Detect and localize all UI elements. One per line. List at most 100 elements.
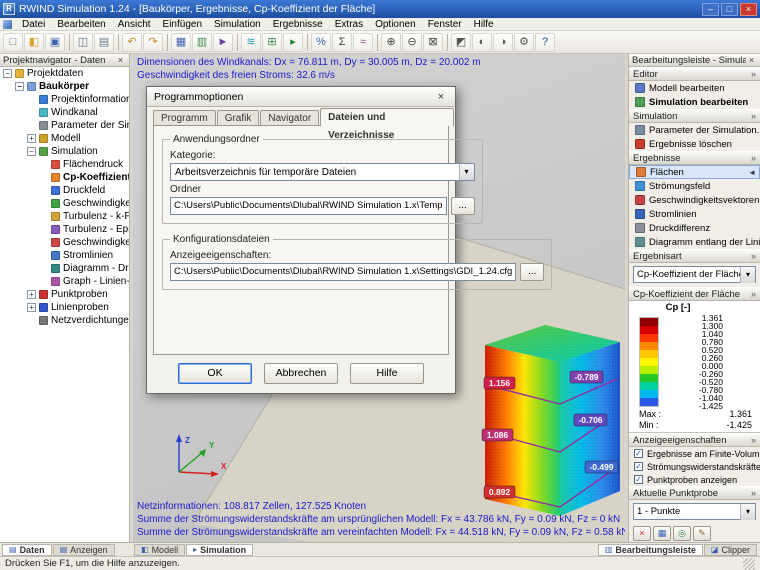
- point-probe-label[interactable]: -0.789: [569, 370, 604, 384]
- tree-item-simulation[interactable]: − Simulation: [0, 145, 129, 158]
- tree-item-parameter-der-simulation[interactable]: Parameter der Simulation: [0, 119, 129, 132]
- tree-item-cp-koeffizient[interactable]: Cp-Koeffizient der Fl: [0, 171, 129, 184]
- menu-extras[interactable]: Extras: [329, 18, 369, 31]
- section-header-ergebnisart[interactable]: Ergebnisart »: [629, 249, 760, 263]
- close-button[interactable]: ×: [740, 2, 757, 16]
- editbar-item-diagramm-entlang-der-linie[interactable]: Diagramm entlang der Linie: [629, 235, 760, 249]
- tree-expander-icon[interactable]: −: [15, 82, 24, 91]
- view-x-icon[interactable]: ◐: [472, 32, 492, 52]
- checkbox-punktproben-anzeigen[interactable]: ✓ Punktproben anzeigen: [629, 473, 760, 486]
- tab-modell[interactable]: ◧ Modell: [134, 543, 186, 556]
- tree-item-turbulenz-k-feld[interactable]: Turbulenz - k-Feld: [0, 210, 129, 223]
- menu-bearbeiten[interactable]: Bearbeiten: [51, 18, 111, 31]
- ok-button[interactable]: OK: [178, 363, 252, 384]
- menu-ansicht[interactable]: Ansicht: [112, 18, 157, 31]
- animation-icon[interactable]: ►: [213, 32, 233, 52]
- delete-point-probe-button[interactable]: ×: [633, 526, 651, 541]
- programmoptionen-dialog[interactable]: Programmoptionen × Programm Grafik Navig…: [146, 86, 553, 394]
- result-type-select[interactable]: Cp-Koeffizient der Fläche ▾: [633, 266, 756, 283]
- editbar-item-modell-bearbeiten[interactable]: Modell bearbeiten: [629, 81, 760, 95]
- browse-ordner-button[interactable]: ...: [450, 197, 475, 215]
- checkbox-checked-icon[interactable]: ✓: [634, 449, 643, 458]
- tree-item-punktproben[interactable]: + Punktproben: [0, 288, 129, 301]
- table-view-icon[interactable]: ▦: [171, 32, 191, 52]
- section-header-ergebnisse[interactable]: Ergebnisse »: [629, 151, 760, 165]
- section-header-simulation[interactable]: Simulation »: [629, 109, 760, 123]
- point-probe-select[interactable]: 1 - Punkte ▾: [633, 503, 756, 520]
- editbar-item-stromlinien[interactable]: Stromlinien: [629, 207, 760, 221]
- tree-item-diagramm-druckdifferenz[interactable]: Diagramm - Druckdifferenz: [0, 262, 129, 275]
- section-header-anzeigeeigenschaften[interactable]: Anzeigeeigenschaften »: [629, 433, 760, 447]
- dialog-titlebar[interactable]: Programmoptionen ×: [147, 87, 455, 107]
- checkbox-checked-icon[interactable]: ✓: [634, 475, 643, 484]
- browse-anzeige-button[interactable]: ...: [520, 263, 545, 281]
- point-probe-label[interactable]: 0.892: [483, 485, 516, 499]
- new-project-icon[interactable]: □: [3, 32, 23, 52]
- tab-anzeigen[interactable]: ▤ Anzeigen: [52, 543, 115, 556]
- tree-item-windkanal[interactable]: Windkanal: [0, 106, 129, 119]
- point-probe-table-button[interactable]: ▦: [653, 526, 671, 541]
- wind-flow-icon[interactable]: ≋: [241, 32, 261, 52]
- point-probe-label[interactable]: -0.706: [573, 413, 608, 427]
- tree-item-linienproben[interactable]: + Linienproben: [0, 301, 129, 314]
- menu-datei[interactable]: Datei: [16, 18, 51, 31]
- save-project-icon[interactable]: ▣: [45, 32, 65, 52]
- zoom-out-icon[interactable]: ⊖: [402, 32, 422, 52]
- dialog-close-icon[interactable]: ×: [434, 91, 448, 103]
- redo-icon[interactable]: ↷: [143, 32, 163, 52]
- clipper-toggle-button[interactable]: ◪ Clipper: [703, 543, 757, 556]
- tree-item-geschwindigkeitsfeld[interactable]: Geschwindigkeitsfeld: [0, 197, 129, 210]
- tree-item-graph-linien-proben[interactable]: Graph - Linien-Proben: [0, 275, 129, 288]
- checkbox-ergebnisse-finite-volume[interactable]: ✓ Ergebnisse am Finite-Volume...: [629, 447, 760, 460]
- menu-ergebnisse[interactable]: Ergebnisse: [267, 18, 329, 31]
- hilfe-button[interactable]: Hilfe: [350, 363, 424, 384]
- abbrechen-button[interactable]: Abbrechen: [264, 363, 338, 384]
- point-probe-label[interactable]: 1.086: [481, 428, 514, 442]
- tree-expander-icon[interactable]: +: [27, 290, 36, 299]
- tab-navigator[interactable]: Navigator: [260, 110, 320, 126]
- tree-item-flaechendruck[interactable]: Flächendruck: [0, 158, 129, 171]
- tab-grafik[interactable]: Grafik: [216, 110, 260, 126]
- editbar-item-flaechen[interactable]: Flächen ◄: [629, 165, 760, 179]
- tree-item-projektinformationen[interactable]: Projektinformationen: [0, 93, 129, 106]
- menu-simulation[interactable]: Simulation: [208, 18, 267, 31]
- editbar-item-geschwindigkeitsvektoren[interactable]: Geschwindigkeitsvektoren: [629, 193, 760, 207]
- editbar-item-parameter-der-simulation[interactable]: Parameter der Simulation...: [629, 123, 760, 137]
- open-project-icon[interactable]: ◧: [24, 32, 44, 52]
- menu-fenster[interactable]: Fenster: [422, 18, 468, 31]
- tree-expander-icon[interactable]: +: [27, 303, 36, 312]
- menu-einfuegen[interactable]: Einfügen: [157, 18, 208, 31]
- resize-grip[interactable]: [743, 557, 755, 570]
- settings-icon[interactable]: ⚙: [514, 32, 534, 52]
- editbar-item-druckdifferenz[interactable]: Druckdifferenz: [629, 221, 760, 235]
- percent-scale-icon[interactable]: %: [311, 32, 331, 52]
- tree-expander-icon[interactable]: −: [3, 69, 12, 78]
- titlebar[interactable]: R RWIND Simulation 1.24 - [Baukörper, Er…: [0, 0, 760, 18]
- point-probe-pick-button[interactable]: ◎: [673, 526, 691, 541]
- dropdown-arrow-icon[interactable]: ▾: [740, 266, 755, 283]
- tree-expander-icon[interactable]: −: [27, 147, 36, 156]
- section-header-editor[interactable]: Editor »: [629, 67, 760, 81]
- dropdown-arrow-icon[interactable]: ▾: [458, 164, 474, 180]
- sum-forces-icon[interactable]: Σ: [332, 32, 352, 52]
- tree-item-stromlinien[interactable]: Stromlinien: [0, 249, 129, 262]
- menu-optionen[interactable]: Optionen: [369, 18, 422, 31]
- tree-item-geschwindigkeitsvektoren[interactable]: Geschwindigkeitsvektoren: [0, 236, 129, 249]
- kategorie-select[interactable]: Arbeitsverzeichnis für temporäre Dateien…: [170, 163, 475, 181]
- grid-view-icon[interactable]: ▥: [192, 32, 212, 52]
- navigator-close-icon[interactable]: ×: [115, 55, 126, 65]
- point-probe-label[interactable]: -0.499: [584, 460, 619, 474]
- mesh-icon[interactable]: ⊞: [262, 32, 282, 52]
- tab-dateien-und-verzeichnisse[interactable]: Dateien und Verzeichnisse: [320, 108, 454, 141]
- view-z-icon[interactable]: ◑: [493, 32, 513, 52]
- tree-item-netzverdichtungen[interactable]: Netzverdichtungen: [0, 314, 129, 327]
- point-probe-label[interactable]: 1.156: [483, 376, 516, 390]
- menu-hilfe[interactable]: Hilfe: [468, 18, 500, 31]
- maximize-button[interactable]: □: [721, 2, 738, 16]
- zoom-in-icon[interactable]: ⊕: [381, 32, 401, 52]
- dropdown-arrow-icon[interactable]: ▾: [740, 503, 755, 520]
- editbar-header[interactable]: Bearbeitungsleiste - Simulation ×: [629, 54, 760, 67]
- isometric-view-icon[interactable]: ◩: [451, 32, 471, 52]
- editbar-item-stroemungsfeld[interactable]: Strömungsfeld: [629, 179, 760, 193]
- navigator-header[interactable]: Projektnavigator - Daten ×: [0, 54, 129, 67]
